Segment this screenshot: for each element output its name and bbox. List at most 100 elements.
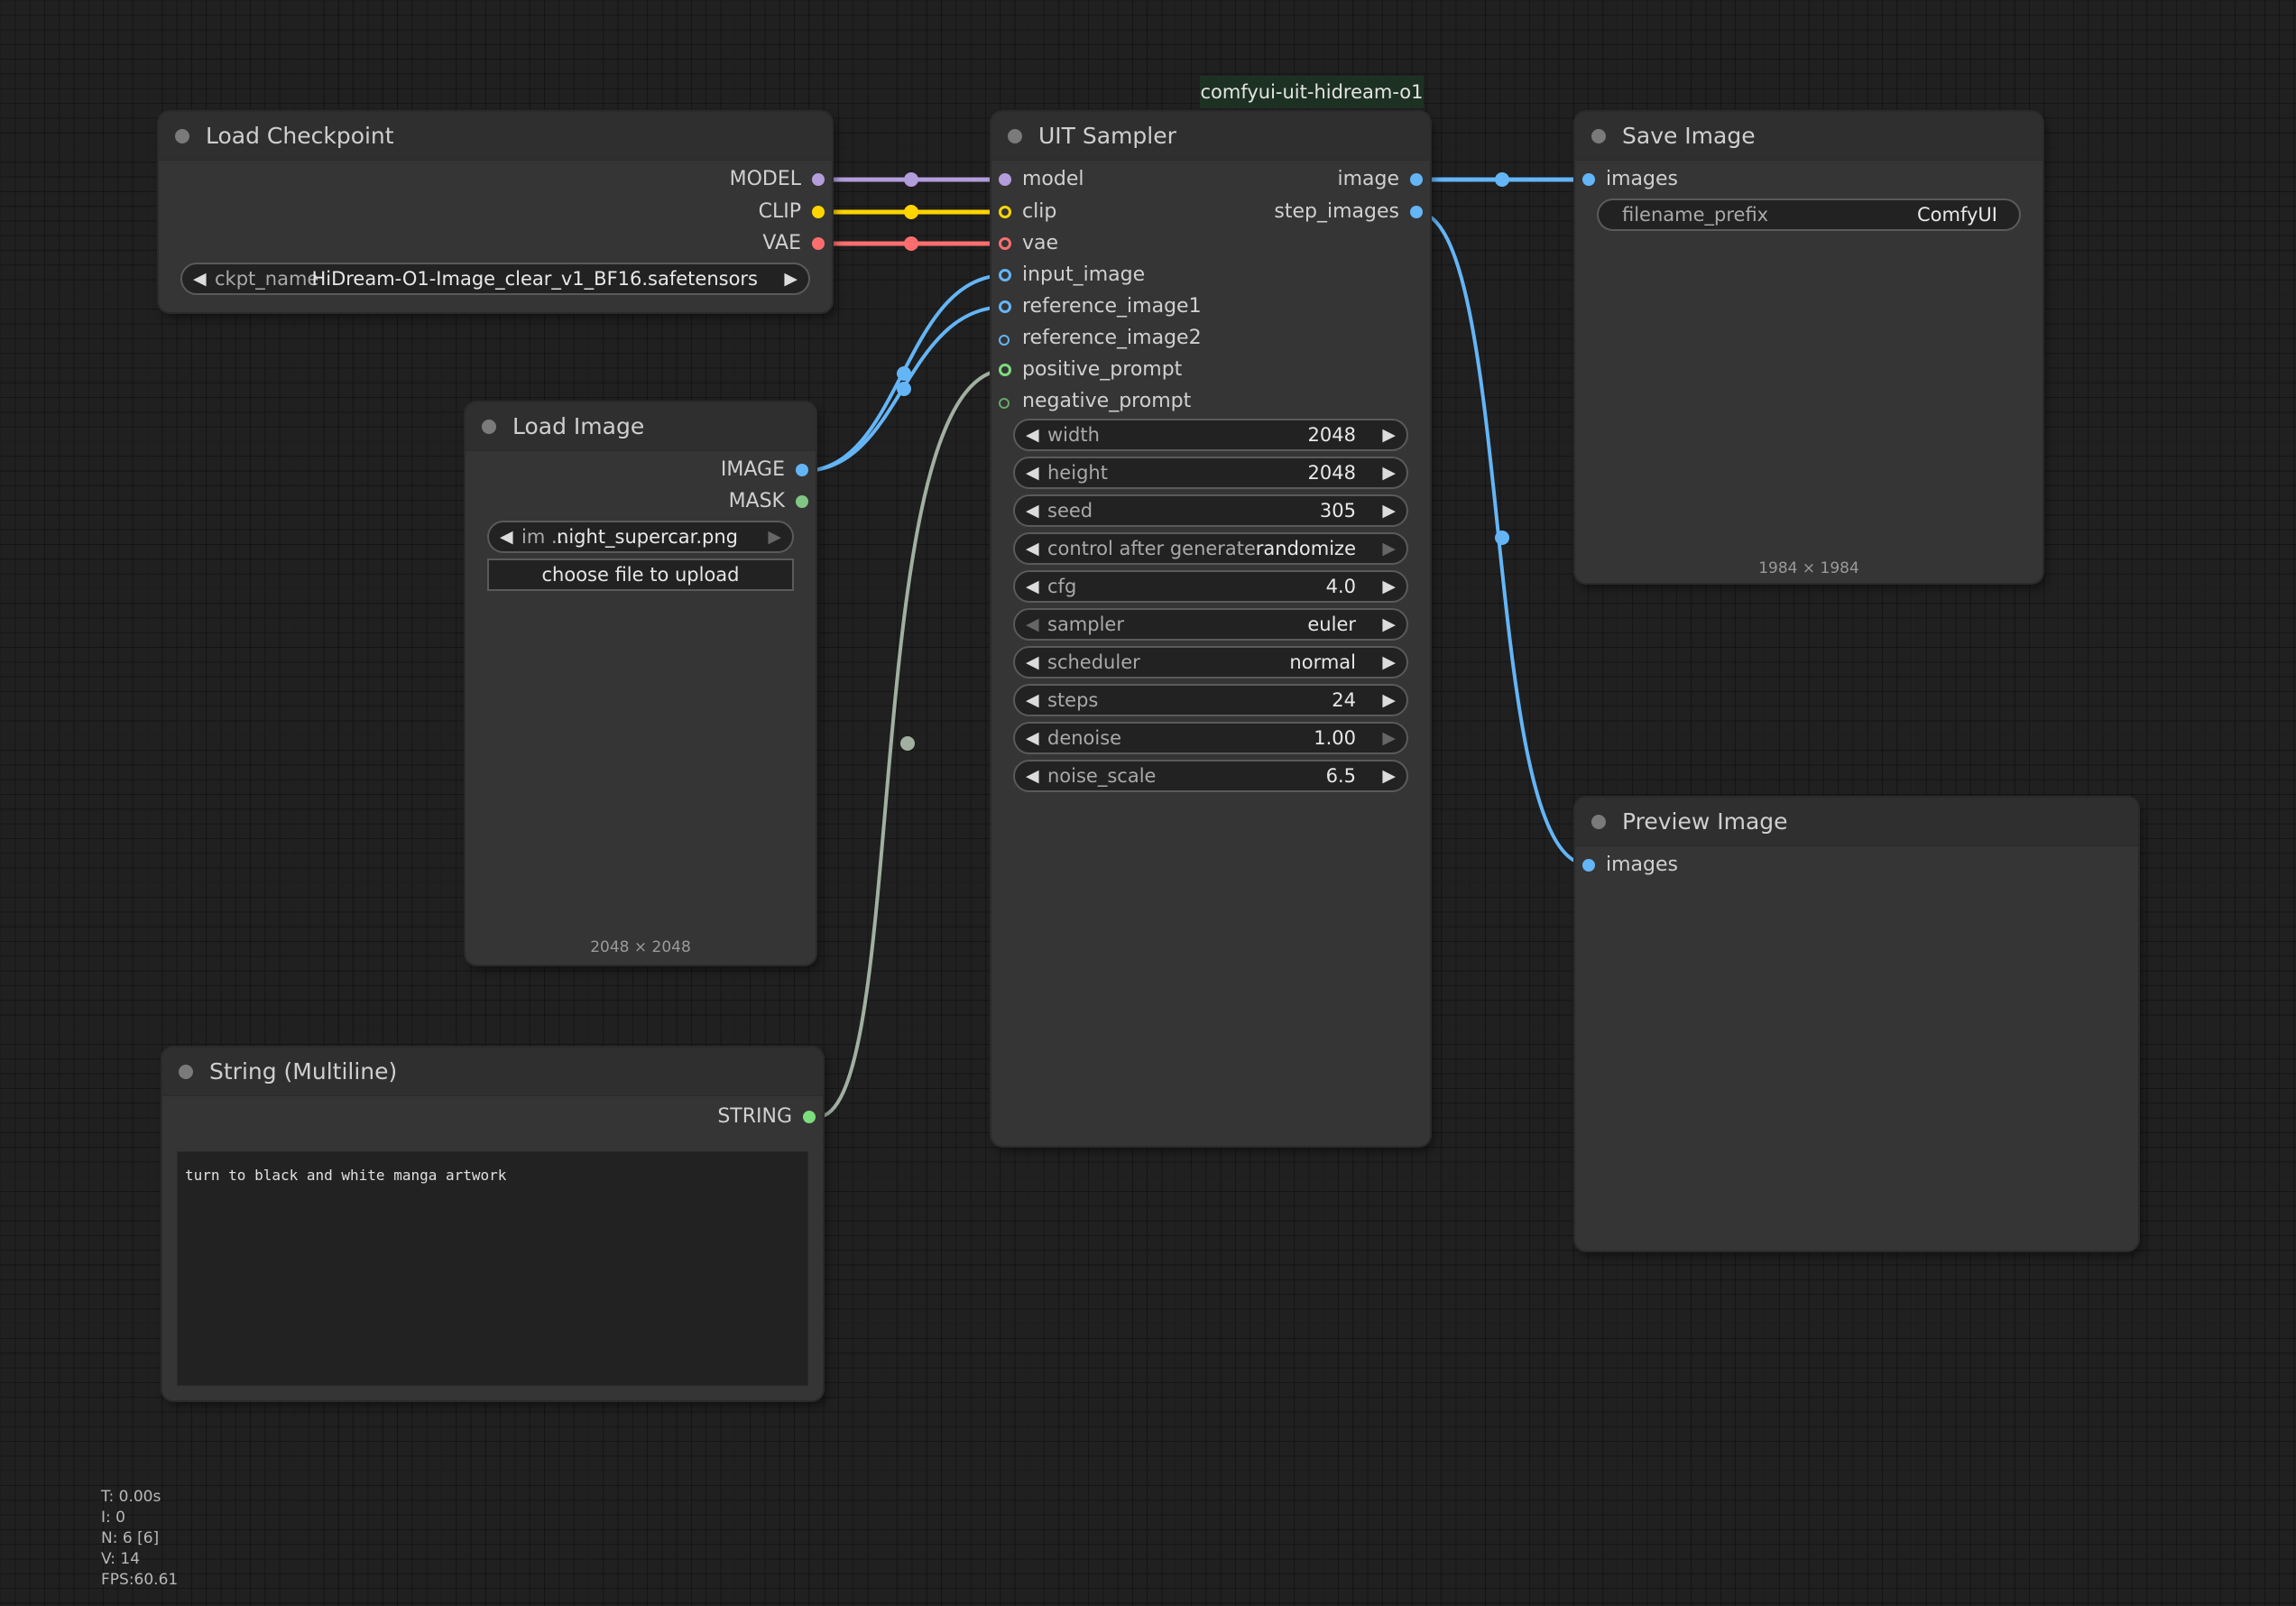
output-mask[interactable]: MASK [729, 486, 816, 517]
increment-arrow-icon[interactable]: ▶ [1382, 458, 1396, 487]
widget-steps[interactable]: ◀ steps 24 ▶ [1013, 684, 1408, 716]
node-title-bar[interactable]: Save Image [1575, 112, 2042, 161]
widget-noise-scale[interactable]: ◀ noise_scale 6.5 ▶ [1013, 760, 1408, 792]
input-negative-prompt-dot-icon[interactable] [999, 398, 1010, 409]
input-positive-prompt[interactable]: positive_prompt [991, 355, 1182, 385]
output-clip-dot-icon[interactable] [812, 206, 825, 218]
output-vae[interactable]: VAE [762, 228, 832, 259]
link-positive-prompt-midpoint[interactable] [900, 736, 915, 751]
decrement-arrow-icon[interactable]: ◀ [1026, 648, 1039, 677]
increment-arrow-icon[interactable]: ▶ [1382, 572, 1396, 601]
widget-height[interactable]: ◀ height 2048 ▶ [1013, 457, 1408, 489]
output-image[interactable]: IMAGE [721, 455, 816, 485]
link-input-image-midpoint[interactable] [897, 366, 911, 381]
output-image[interactable]: image [1337, 164, 1430, 195]
link-image-to-reference-image1[interactable] [802, 305, 1007, 473]
decrement-arrow-icon[interactable]: ◀ [1026, 458, 1039, 487]
input-reference-image1[interactable]: reference_image1 [991, 291, 1202, 322]
link-string-to-positive-prompt[interactable] [816, 368, 1007, 1119]
link-clip-midpoint[interactable] [904, 205, 918, 219]
widget-cfg[interactable]: ◀ cfg 4.0 ▶ [1013, 570, 1408, 603]
node-save-image[interactable]: Save Image images filename_prefix ComfyU… [1575, 112, 2042, 583]
node-title-bar[interactable]: Load Image [466, 402, 816, 451]
input-images[interactable]: images [1575, 850, 1678, 881]
input-vae[interactable]: vae [991, 228, 1058, 259]
increment-arrow-icon[interactable]: ▶ [1382, 610, 1396, 639]
input-clip-dot-icon[interactable] [999, 206, 1011, 218]
output-string-dot-icon[interactable] [803, 1111, 816, 1123]
collapse-dot-icon[interactable] [175, 129, 189, 143]
increment-arrow-icon[interactable]: ▶ [1382, 648, 1396, 677]
filename-prefix-input[interactable]: filename_prefix ComfyUI [1597, 198, 2021, 231]
input-vae-dot-icon[interactable] [999, 237, 1011, 250]
node-title-bar[interactable]: UIT Sampler [991, 112, 1430, 161]
output-vae-dot-icon[interactable] [812, 237, 825, 250]
input-input-image-dot-icon[interactable] [999, 269, 1011, 282]
decrement-arrow-icon[interactable]: ◀ [1026, 420, 1039, 449]
output-clip[interactable]: CLIP [759, 197, 832, 227]
output-image-dot-icon[interactable] [796, 464, 808, 476]
increment-arrow-icon[interactable]: ▶ [1382, 496, 1396, 525]
collapse-dot-icon[interactable] [1591, 129, 1606, 143]
link-vae-midpoint[interactable] [904, 236, 918, 251]
upload-button[interactable]: choose file to upload [487, 558, 794, 591]
output-model-dot-icon[interactable] [812, 173, 825, 186]
collapse-dot-icon[interactable] [1591, 815, 1606, 829]
output-model[interactable]: MODEL [730, 164, 832, 195]
widget-scheduler[interactable]: ◀ scheduler normal ▶ [1013, 646, 1408, 678]
decrement-arrow-icon[interactable]: ◀ [1026, 572, 1039, 601]
link-reference-image1-midpoint[interactable] [897, 382, 911, 396]
combo-prev-arrow-icon[interactable]: ◀ [500, 522, 513, 551]
decrement-arrow-icon[interactable]: ◀ [1026, 724, 1039, 752]
input-clip[interactable]: clip [991, 197, 1056, 227]
output-mask-dot-icon[interactable] [796, 495, 808, 508]
link-image-to-input-image[interactable] [802, 273, 1007, 473]
widget-sampler[interactable]: ◀ sampler euler ▶ [1013, 608, 1408, 641]
decrement-arrow-icon[interactable]: ◀ [1026, 761, 1039, 790]
output-image-dot-icon[interactable] [1410, 173, 1423, 186]
widget-control-after-generate[interactable]: ◀ control after generate randomize ▶ [1013, 532, 1408, 565]
input-negative-prompt[interactable]: negative_prompt [991, 386, 1191, 417]
node-load-checkpoint[interactable]: Load Checkpoint MODEL CLIP VAE ◀ ckpt_na… [159, 112, 832, 312]
link-step-images-to-preview[interactable] [1415, 210, 1589, 866]
input-images-dot-icon[interactable] [1582, 173, 1595, 186]
link-model-midpoint[interactable] [904, 172, 918, 187]
node-title-bar[interactable]: String (Multiline) [162, 1048, 823, 1096]
collapse-dot-icon[interactable] [179, 1065, 193, 1079]
string-textarea[interactable]: turn to black and white manga artwork [177, 1151, 808, 1386]
node-uit-sampler[interactable]: UIT Sampler model clip vae input_image r… [991, 112, 1430, 1146]
output-string[interactable]: STRING [717, 1102, 823, 1132]
widget-width[interactable]: ◀ width 2048 ▶ [1013, 419, 1408, 451]
decrement-arrow-icon[interactable]: ◀ [1026, 610, 1039, 639]
ckpt-name-combo[interactable]: ◀ ckpt_name HiDream-O1-Image_clear_v1_BF… [180, 263, 810, 295]
combo-prev-arrow-icon[interactable]: ◀ [193, 264, 207, 293]
input-reference-image2-dot-icon[interactable] [999, 335, 1010, 346]
input-reference-image1-dot-icon[interactable] [999, 300, 1011, 313]
decrement-arrow-icon[interactable]: ◀ [1026, 496, 1039, 525]
collapse-dot-icon[interactable] [1008, 129, 1022, 143]
link-preview-midpoint[interactable] [1495, 531, 1509, 545]
widget-seed[interactable]: ◀ seed 305 ▶ [1013, 494, 1408, 527]
input-reference-image2[interactable]: reference_image2 [991, 323, 1202, 354]
input-input-image[interactable]: input_image [991, 260, 1145, 291]
input-positive-prompt-dot-icon[interactable] [999, 364, 1011, 376]
increment-arrow-icon[interactable]: ▶ [1382, 534, 1396, 563]
input-images-dot-icon[interactable] [1582, 859, 1595, 872]
node-title-bar[interactable]: Load Checkpoint [159, 112, 832, 161]
increment-arrow-icon[interactable]: ▶ [1382, 420, 1396, 449]
collapse-dot-icon[interactable] [482, 420, 496, 434]
node-string-multiline[interactable]: String (Multiline) STRING turn to black … [162, 1048, 823, 1400]
node-preview-image[interactable]: Preview Image images [1575, 798, 2138, 1251]
image-combo[interactable]: ◀ im ... night_supercar.png ▶ [487, 521, 794, 553]
increment-arrow-icon[interactable]: ▶ [1382, 761, 1396, 790]
output-step-images[interactable]: step_images [1274, 197, 1430, 227]
widget-denoise[interactable]: ◀ denoise 1.00 ▶ [1013, 722, 1408, 754]
increment-arrow-icon[interactable]: ▶ [1382, 724, 1396, 752]
decrement-arrow-icon[interactable]: ◀ [1026, 534, 1039, 563]
input-images[interactable]: images [1575, 164, 1678, 195]
increment-arrow-icon[interactable]: ▶ [1382, 686, 1396, 715]
node-load-image[interactable]: Load Image IMAGE MASK ◀ im ... night_sup… [466, 402, 816, 965]
node-title-bar[interactable]: Preview Image [1575, 798, 2138, 846]
combo-next-arrow-icon[interactable]: ▶ [784, 264, 798, 293]
output-step-images-dot-icon[interactable] [1410, 206, 1423, 218]
